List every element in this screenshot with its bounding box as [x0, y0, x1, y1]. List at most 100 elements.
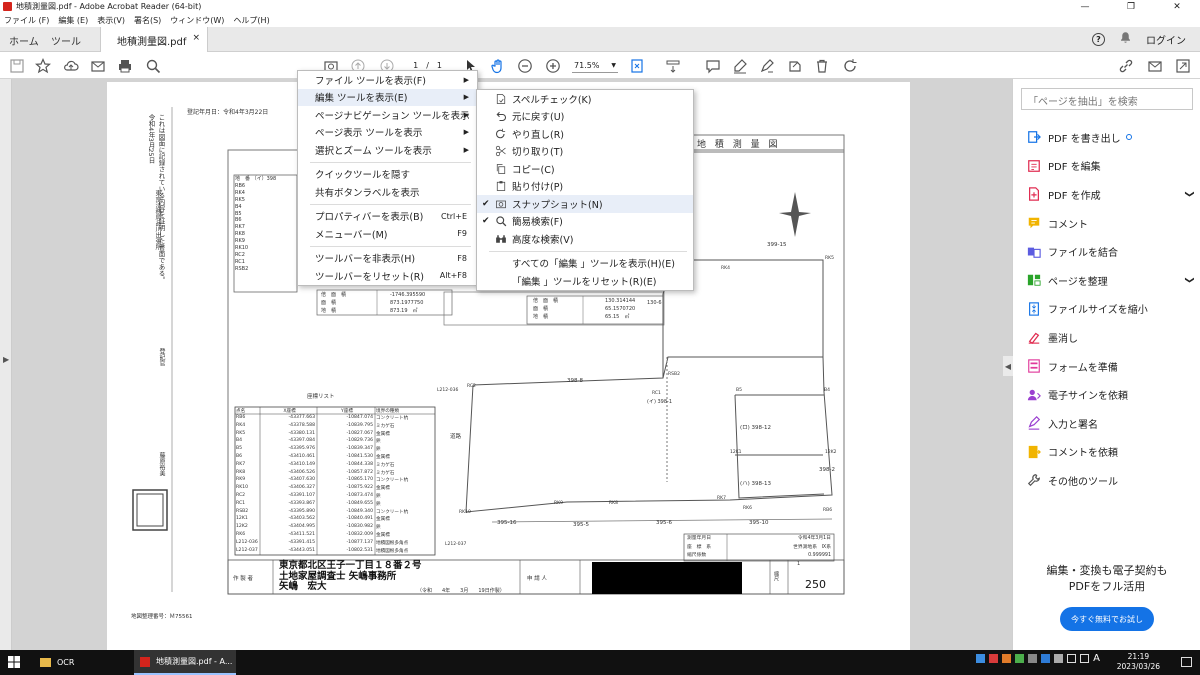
tool-item[interactable]: 電子サインを依頼: [1027, 380, 1197, 409]
submenu-item[interactable]: やり直し(R): [477, 125, 693, 143]
menu-view[interactable]: 表示(V): [97, 15, 125, 26]
left-nav-pane[interactable]: ▶: [0, 79, 12, 650]
tool-item[interactable]: ページを整理 ❯: [1027, 266, 1197, 295]
comment-icon[interactable]: [704, 57, 721, 74]
submenu-item[interactable]: 貼り付け(P): [477, 178, 693, 196]
tray-app-icon[interactable]: [1041, 654, 1051, 663]
menu-item[interactable]: プロパティバーを表示(B) Ctrl+E: [298, 208, 477, 226]
submenu-item[interactable]: 「編集 」ツールをリセット(R)(E): [477, 272, 693, 290]
zoom-search-icon[interactable]: [144, 57, 161, 74]
menu-item[interactable]: メニューバー(M) F9: [298, 225, 477, 243]
share-icon[interactable]: [1174, 57, 1191, 74]
zoom-in-icon[interactable]: [544, 57, 561, 74]
menu-item[interactable]: 共有ボタンラベルを表示: [298, 183, 477, 201]
menu-file[interactable]: ファイル (F): [4, 15, 49, 26]
zoom-out-icon[interactable]: [516, 57, 533, 74]
menu-edit[interactable]: 編集 (E): [58, 15, 88, 26]
submenu-item[interactable]: すべての「編集 」ツールを表示(H)(E): [477, 255, 693, 273]
submenu-item-label: 切り取り(T): [512, 147, 564, 159]
link-icon[interactable]: [1117, 57, 1134, 74]
network-icon[interactable]: [1067, 654, 1077, 663]
tool-item[interactable]: PDF を編集: [1027, 152, 1197, 181]
ime-indicator[interactable]: A: [1093, 653, 1100, 664]
menu-window[interactable]: ウィンドウ(W): [170, 15, 224, 26]
close-window-button[interactable]: ✕: [1154, 0, 1200, 13]
page-fit-icon[interactable]: [628, 57, 645, 74]
menu-help[interactable]: ヘルプ(H): [233, 15, 269, 26]
highlight-pen-icon[interactable]: [731, 57, 748, 74]
trash-icon[interactable]: [813, 57, 830, 74]
tool-item[interactable]: 墨消し: [1027, 323, 1197, 352]
maximize-button[interactable]: ❐: [1108, 0, 1154, 13]
menu-item[interactable]: ツールバーを非表示(H) F8: [298, 250, 477, 268]
scroll-mode-icon[interactable]: [664, 57, 681, 74]
tool-item[interactable]: ファイルを結合: [1027, 237, 1197, 266]
menu-item[interactable]: 編集 ツールを表示(E) ▶: [298, 88, 477, 106]
chevron-icon[interactable]: ❯: [1184, 276, 1194, 284]
tab-tools[interactable]: ツール: [51, 33, 81, 48]
free-trial-button[interactable]: 今すぐ無料でお試し: [1060, 607, 1154, 631]
tool-item[interactable]: その他のツール: [1027, 466, 1197, 495]
hand-tool-icon[interactable]: [489, 57, 506, 74]
tray-app-icon[interactable]: [1028, 654, 1038, 663]
menu-item[interactable]: ファイル ツールを表示(F) ▶: [298, 71, 477, 89]
tray-app-icon[interactable]: [1002, 654, 1012, 663]
table-cell: L212-036: [236, 539, 258, 545]
close-tab-icon[interactable]: ×: [192, 33, 200, 43]
minimize-button[interactable]: —: [1062, 0, 1108, 13]
rotate-icon[interactable]: [841, 57, 858, 74]
tool-item[interactable]: コメント: [1027, 209, 1197, 238]
tray-app-icon[interactable]: [976, 654, 986, 663]
bell-icon[interactable]: [1119, 31, 1132, 47]
tool-item[interactable]: PDF を作成 ❯: [1027, 180, 1197, 209]
tab-document[interactable]: 地積測量図.pdf ×: [100, 27, 208, 52]
volume-icon[interactable]: [1080, 654, 1090, 663]
fill-sign-icon[interactable]: [786, 57, 803, 74]
area-table-b-labels: 倍 面 積面 積地 積: [533, 298, 559, 320]
submenu-item[interactable]: ✔ 簡易検索(F): [477, 213, 693, 231]
collapse-right-pane-icon[interactable]: ◀: [1003, 356, 1013, 376]
taskbar-acrobat[interactable]: 地積測量図.pdf - A...: [134, 650, 236, 675]
windows-start-icon[interactable]: [8, 656, 20, 668]
tray-app-icon[interactable]: [989, 654, 999, 663]
menu-item[interactable]: クイックツールを隠す: [298, 166, 477, 184]
tool-item[interactable]: PDF を書き出し: [1027, 123, 1197, 152]
login-button[interactable]: ログイン: [1146, 32, 1186, 47]
menu-item[interactable]: ページ表示 ツールを表示 ▶: [298, 124, 477, 142]
tool-item[interactable]: 入力と署名: [1027, 409, 1197, 438]
notification-icon[interactable]: [1181, 657, 1192, 667]
menu-item[interactable]: ツールバーをリセット(R) Alt+F8: [298, 267, 477, 285]
menu-item[interactable]: ページナビゲーション ツールを表示 ▶: [298, 106, 477, 124]
menu-item[interactable]: 選択とズーム ツールを表示 ▶: [298, 141, 477, 159]
tool-item[interactable]: ファイルサイズを縮小: [1027, 295, 1197, 324]
submenu-item[interactable]: 切り取り(T): [477, 143, 693, 161]
chevron-icon[interactable]: ❯: [1184, 191, 1194, 199]
request-comment-icon: [1027, 445, 1041, 459]
tool-item[interactable]: フォームを準備: [1027, 352, 1197, 381]
draw-sign-icon[interactable]: [758, 57, 775, 74]
tab-home[interactable]: ホーム: [9, 33, 39, 48]
taskbar-ocr-folder[interactable]: OCR: [34, 650, 132, 675]
star-icon[interactable]: [34, 57, 51, 74]
submenu-item[interactable]: コピー(C): [477, 160, 693, 178]
submenu-item[interactable]: スペルチェック(K): [477, 90, 693, 108]
page-current[interactable]: 1: [413, 61, 418, 70]
print-icon[interactable]: [116, 57, 133, 74]
submenu-item[interactable]: 高度な検索(V): [477, 230, 693, 248]
mail-icon[interactable]: [1146, 57, 1163, 74]
tool-item[interactable]: コメントを依頼: [1027, 438, 1197, 467]
submenu-item[interactable]: 元に戻す(U): [477, 108, 693, 126]
map-point: B5: [736, 388, 742, 393]
email-icon[interactable]: [89, 57, 106, 74]
expand-left-pane-icon[interactable]: ▶: [3, 355, 9, 364]
tools-search-input[interactable]: 「ページを抽出」を検索: [1021, 88, 1193, 110]
help-icon[interactable]: ?: [1092, 32, 1105, 46]
menu-sign[interactable]: 署名(S): [134, 15, 161, 26]
upload-cloud-icon[interactable]: [62, 57, 79, 74]
zoom-level-select[interactable]: 71.5% ▼: [572, 58, 618, 73]
tray-app-icon[interactable]: [1015, 654, 1025, 663]
save-icon[interactable]: [8, 57, 25, 74]
system-clock[interactable]: 21:19 2023/03/26: [1117, 652, 1160, 672]
submenu-item[interactable]: ✔ スナップショット(N): [477, 195, 693, 213]
tray-app-icon[interactable]: [1054, 654, 1064, 663]
